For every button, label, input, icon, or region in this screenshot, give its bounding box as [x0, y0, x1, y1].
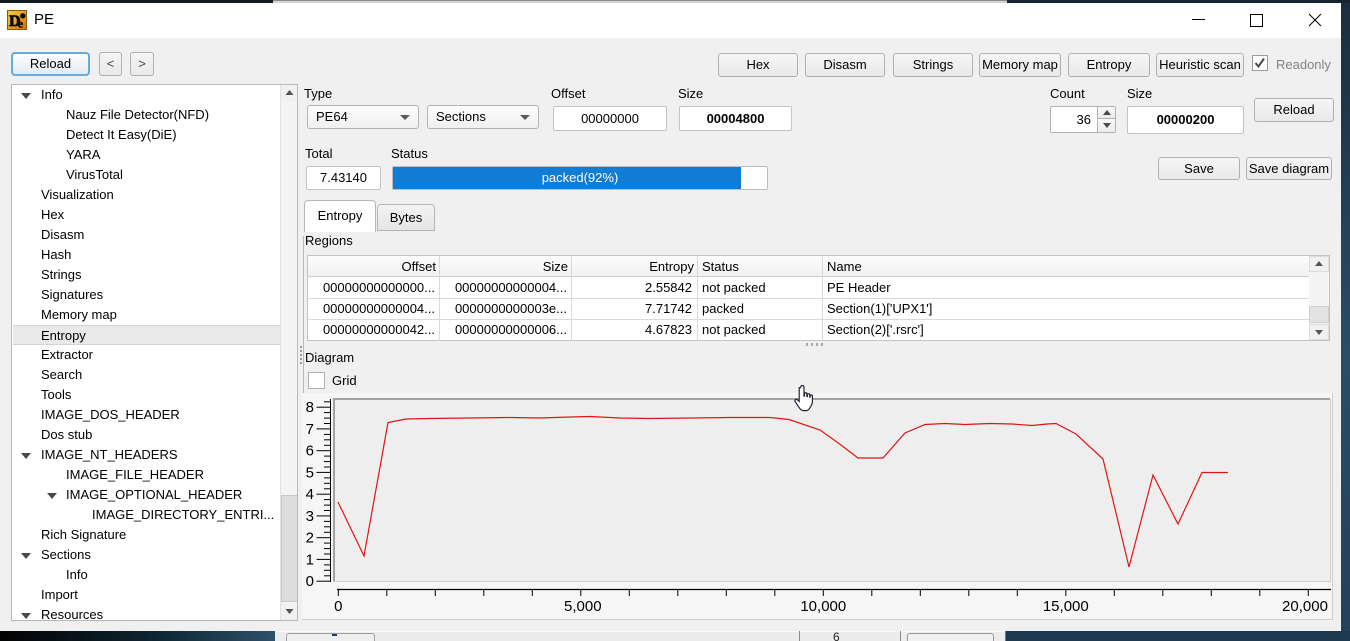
svg-text:0: 0 [306, 573, 314, 590]
svg-text:2: 2 [306, 530, 314, 547]
svg-text:5,000: 5,000 [564, 598, 602, 615]
svg-text:1: 1 [306, 551, 314, 568]
svg-text:8: 8 [306, 399, 314, 416]
svg-text:4: 4 [306, 486, 314, 503]
svg-text:7: 7 [306, 421, 314, 438]
svg-text:3: 3 [306, 508, 314, 525]
svg-text:0: 0 [334, 598, 342, 615]
svg-text:5: 5 [306, 464, 314, 481]
svg-text:10,000: 10,000 [800, 598, 846, 615]
svg-text:6: 6 [306, 443, 314, 460]
svg-text:e: e [18, 17, 24, 31]
svg-text:20,000: 20,000 [1282, 598, 1328, 615]
svg-text:15,000: 15,000 [1043, 598, 1089, 615]
